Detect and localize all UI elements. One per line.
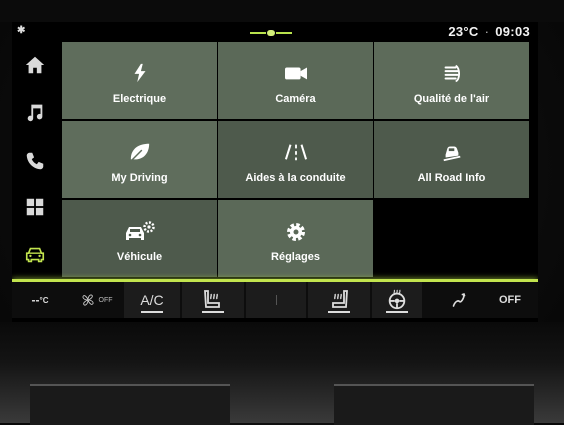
phone-icon	[26, 152, 44, 170]
tile-label: My Driving	[111, 172, 168, 184]
page-indicator	[250, 30, 294, 36]
lightning-icon	[134, 63, 145, 83]
infotainment-screen: ✱ 23°C · 09:03 Electrique Caméra Qualité…	[12, 22, 538, 322]
tile-electrique[interactable]: Electrique	[62, 42, 217, 119]
air-quality-icon	[444, 64, 460, 83]
apps-grid-icon	[26, 198, 44, 216]
tile-label: Electrique	[112, 93, 167, 105]
air-vent-right	[334, 384, 534, 425]
right-seat-heat-button[interactable]	[308, 282, 370, 318]
menu-grid: Electrique Caméra Qualité de l'air My Dr…	[62, 42, 529, 278]
sidebar	[12, 42, 60, 278]
left-temp-unit: °C	[39, 295, 49, 305]
status-bar: ✱ 23°C · 09:03	[12, 22, 538, 42]
fan-off-label: OFF	[98, 296, 113, 304]
tile-vehicule[interactable]: Véhicule	[62, 200, 217, 277]
ac-button[interactable]: A/C	[124, 282, 180, 318]
left-seat-heat-button[interactable]	[182, 282, 244, 318]
tile-driving-aids[interactable]: Aides à la conduite	[218, 121, 373, 198]
gear-icon	[286, 223, 305, 241]
left-temperature[interactable]: -- °C	[20, 282, 60, 318]
tile-my-driving[interactable]: My Driving	[62, 121, 217, 198]
tile-all-road-info[interactable]: All Road Info	[374, 121, 529, 198]
ac-label: A/C	[140, 292, 164, 308]
left-temp-value: --	[31, 293, 40, 307]
climate-off-label: OFF	[499, 294, 521, 306]
leaf-icon	[130, 143, 149, 161]
seat-heat-icon	[204, 290, 220, 308]
tile-label: Aides à la conduite	[245, 172, 346, 184]
climate-bar: -- °C OFF A/C OFF	[12, 282, 538, 318]
tile-label: Caméra	[275, 93, 316, 105]
steering-wheel-heat-icon	[388, 289, 406, 310]
divider-tick	[275, 295, 277, 305]
climate-off-button[interactable]: OFF	[488, 282, 532, 318]
sidebar-item-home[interactable]	[20, 50, 50, 80]
car-settings-icon	[125, 221, 155, 240]
air-distribution-icon	[452, 293, 466, 307]
status-separator: ·	[484, 24, 490, 39]
air-distribution-button[interactable]	[436, 282, 480, 318]
tile-label: Réglages	[271, 251, 320, 263]
tile-camera[interactable]: Caméra	[218, 42, 373, 119]
music-icon	[27, 104, 43, 122]
tile-label: Qualité de l'air	[413, 93, 490, 105]
outside-temperature: 23°C	[448, 24, 479, 39]
sidebar-item-phone[interactable]	[20, 146, 50, 176]
fan-icon	[82, 294, 93, 306]
fan-off-button[interactable]: OFF	[72, 282, 120, 318]
seat-heat-icon	[332, 290, 348, 308]
clock-time: 09:03	[495, 24, 530, 39]
steering-heat-button[interactable]	[246, 282, 306, 318]
bezel-top	[0, 0, 564, 22]
home-icon	[25, 56, 45, 74]
steering-wheel-heat-button[interactable]	[372, 282, 422, 318]
tile-label: Véhicule	[116, 251, 163, 263]
road-lanes-icon	[284, 144, 307, 161]
tile-label: All Road Info	[417, 172, 486, 184]
sidebar-item-vehicle[interactable]	[20, 240, 50, 270]
tile-air-quality[interactable]: Qualité de l'air	[374, 42, 529, 119]
sidebar-item-apps[interactable]	[20, 192, 50, 222]
camera-icon	[284, 67, 307, 80]
bluetooth-icon: ✱	[17, 25, 26, 36]
car-incline-icon	[443, 146, 460, 162]
air-vent-left	[30, 384, 230, 425]
tile-reglages[interactable]: Réglages	[218, 200, 373, 277]
vehicle-icon	[25, 247, 45, 263]
sidebar-item-music[interactable]	[20, 97, 50, 127]
